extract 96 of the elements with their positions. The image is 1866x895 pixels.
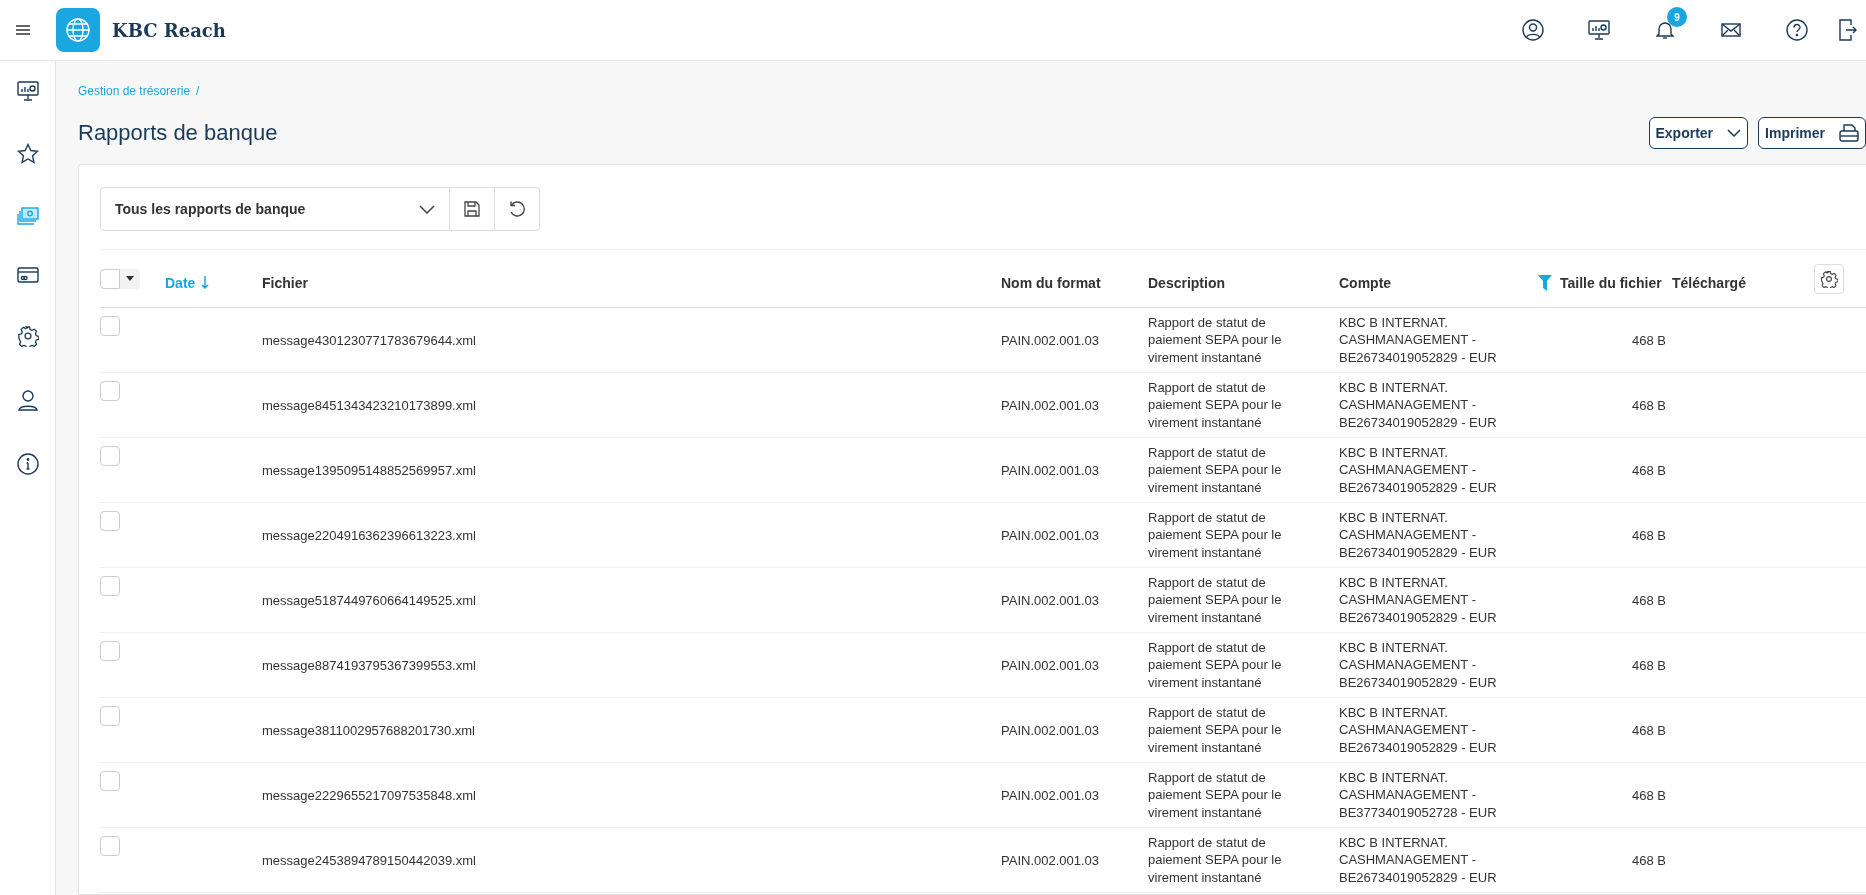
printer-icon	[1839, 124, 1859, 142]
account-text: KBC B INTERNAT. CASHMANAGEMENT - BE26734019052829 - EUR	[1339, 703, 1498, 757]
description-text: Rapport de statut de paiement SEPA pour le virement instantané	[1148, 508, 1283, 562]
account-text: KBC B INTERNAT. CASHMANAGEMENT - BE26734019052829 - EUR	[1339, 443, 1498, 497]
column-header[interactable]: Taille du fichier	[1560, 274, 1662, 291]
format-name: PAIN.002.001.03	[1001, 462, 1100, 478]
format-name: PAIN.002.001.03	[1001, 787, 1100, 803]
description-text: Rapport de statut de paiement SEPA pour le virement instantané	[1148, 833, 1283, 887]
action-button[interactable]: Exporter	[1648, 117, 1749, 149]
chevron-down-icon	[419, 204, 435, 214]
file-name: message2204916362396613223.xml	[262, 527, 476, 543]
description-text: Rapport de statut de paiement SEPA pour le virement instantané	[1148, 573, 1283, 627]
row-checkbox[interactable]	[100, 576, 120, 596]
format-name: PAIN.002.001.03	[1001, 397, 1100, 413]
row-checkbox[interactable]	[100, 381, 120, 401]
row-checkbox[interactable]	[100, 706, 120, 726]
file-size: 468 B	[1632, 527, 1666, 543]
column-header[interactable]: Téléchargé	[1672, 274, 1746, 291]
file-size: 468 B	[1632, 657, 1666, 673]
caret-down-icon	[126, 276, 134, 281]
settings-icon[interactable]	[16, 325, 39, 347]
file-name: message8874193795367399553.xml	[262, 657, 476, 673]
description-text: Rapport de statut de paiement SEPA pour le virement instantané	[1148, 313, 1283, 367]
account-text: KBC B INTERNAT. CASHMANAGEMENT - BE37734019052728 - EUR	[1339, 768, 1498, 822]
row-checkbox[interactable]	[100, 641, 120, 661]
file-size: 468 B	[1632, 592, 1666, 608]
file-name: message3811002957688201730.xml	[262, 722, 475, 738]
column-settings-button[interactable]	[1814, 263, 1844, 294]
bell-icon[interactable]	[1656, 20, 1674, 40]
sort-down-arrow-icon	[201, 276, 210, 289]
user-icon[interactable]	[1522, 19, 1544, 41]
description-text: Rapport de statut de paiement SEPA pour le virement instantané	[1148, 703, 1283, 757]
file-size: 468 B	[1632, 397, 1666, 413]
banknotes-icon[interactable]	[16, 207, 39, 225]
description-text: Rapport de statut de paiement SEPA pour le virement instantané	[1148, 378, 1283, 432]
reset-icon	[508, 200, 526, 218]
file-size: 468 B	[1632, 852, 1666, 868]
format-name: PAIN.002.001.03	[1001, 722, 1100, 738]
account-text: KBC B INTERNAT. CASHMANAGEMENT - BE26734019052829 - EUR	[1339, 508, 1498, 562]
reset-button[interactable]	[495, 187, 540, 231]
floppy-disk-icon	[464, 201, 480, 217]
row-checkbox[interactable]	[100, 771, 120, 791]
select-all-checkbox[interactable]	[100, 268, 120, 289]
file-name: message2453894789150442039.xml	[262, 852, 476, 868]
format-name: PAIN.002.001.03	[1001, 332, 1100, 348]
save-button[interactable]	[450, 187, 495, 231]
file-size: 468 B	[1632, 462, 1666, 478]
user-icon[interactable]	[17, 389, 38, 411]
select-dropdown-button[interactable]	[120, 268, 140, 289]
app-name: KBC Reach	[112, 19, 226, 41]
column-header[interactable]: Description	[1148, 274, 1225, 291]
monitor-chart-icon[interactable]	[1588, 20, 1610, 40]
file-name: message2229655217097535848.xml	[262, 787, 476, 803]
breadcrumb-separator: /	[196, 84, 200, 98]
file-size: 468 B	[1632, 332, 1666, 348]
file-size: 468 B	[1632, 787, 1666, 803]
file-size: 468 B	[1632, 722, 1666, 738]
file-name: message1395095148852569957.xml	[262, 462, 476, 478]
format-name: PAIN.002.001.03	[1001, 592, 1100, 608]
menu-icon[interactable]	[16, 25, 30, 35]
filter-icon[interactable]	[1538, 274, 1552, 291]
star-icon[interactable]	[16, 143, 39, 165]
page-title: Rapports de banque	[78, 120, 279, 146]
account-text: KBC B INTERNAT. CASHMANAGEMENT - BE26734019052829 - EUR	[1339, 378, 1498, 432]
settings-icon	[1820, 269, 1838, 288]
logout-icon[interactable]	[1839, 19, 1857, 41]
view-select[interactable]: Tous les rapports de banque	[100, 187, 450, 231]
description-text: Rapport de statut de paiement SEPA pour le virement instantané	[1148, 768, 1283, 822]
notification-badge: 9	[1667, 7, 1687, 27]
row-checkbox[interactable]	[100, 316, 120, 336]
column-header[interactable]: Fichier	[262, 274, 308, 291]
column-header[interactable]: Compte	[1339, 274, 1392, 291]
card-icon[interactable]	[16, 267, 39, 283]
file-name: message5187449760664149525.xml	[262, 592, 476, 608]
account-text: KBC B INTERNAT. CASHMANAGEMENT - BE26734019052829 - EUR	[1339, 313, 1498, 367]
file-name: message8451343423210173899.xml	[262, 397, 476, 413]
account-text: KBC B INTERNAT. CASHMANAGEMENT - BE26734019052829 - EUR	[1339, 638, 1498, 692]
help-icon[interactable]	[1786, 19, 1808, 41]
row-checkbox[interactable]	[100, 836, 120, 856]
format-name: PAIN.002.001.03	[1001, 527, 1100, 543]
format-name: PAIN.002.001.03	[1001, 852, 1100, 868]
account-text: KBC B INTERNAT. CASHMANAGEMENT - BE26734019052829 - EUR	[1339, 573, 1498, 627]
action-button[interactable]: Imprimer	[1758, 117, 1866, 149]
file-name: message4301230771783679644.xml	[262, 332, 476, 348]
row-checkbox[interactable]	[100, 511, 120, 531]
description-text: Rapport de statut de paiement SEPA pour le virement instantané	[1148, 443, 1283, 497]
monitor-chart-icon[interactable]	[16, 81, 39, 101]
description-text: Rapport de statut de paiement SEPA pour le virement instantané	[1148, 638, 1283, 692]
globe-logo-icon	[56, 8, 100, 52]
chevron-down-icon	[1727, 129, 1742, 137]
account-text: KBC B INTERNAT. CASHMANAGEMENT - BE26734019052829 - EUR	[1339, 833, 1498, 887]
envelope-icon[interactable]	[1721, 23, 1741, 37]
format-name: PAIN.002.001.03	[1001, 657, 1100, 673]
row-checkbox[interactable]	[100, 446, 120, 466]
column-header[interactable]: Nom du format	[1001, 274, 1101, 291]
info-icon[interactable]	[16, 453, 39, 475]
